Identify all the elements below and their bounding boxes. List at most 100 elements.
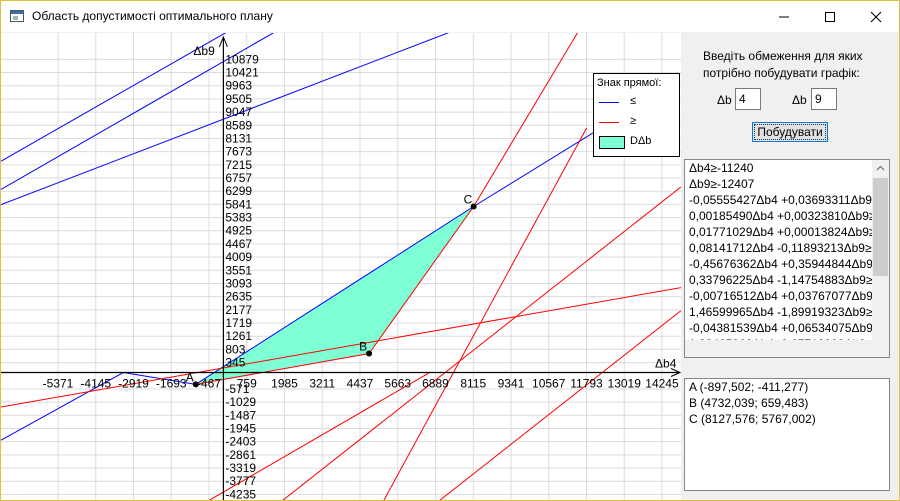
constraint-item[interactable]: 0,33796225Δb4 -1,14754883Δb9≥ xyxy=(685,272,872,288)
app-window: Область допустимості оптимального плану … xyxy=(0,0,900,501)
legend-title: Знак прямої: xyxy=(597,77,662,89)
vertex-label-a: A xyxy=(186,370,194,384)
scroll-up-icon[interactable] xyxy=(872,160,889,177)
constraint-line-10 xyxy=(439,310,681,500)
y-tick-label: 10421 xyxy=(225,66,259,80)
y-tick-label: -571 xyxy=(225,382,249,396)
y-tick-label: 7673 xyxy=(225,145,252,159)
legend-label-region: DΔb xyxy=(630,135,652,147)
scroll-thumb[interactable] xyxy=(873,178,888,276)
y-tick-label: 2177 xyxy=(225,303,252,317)
constraints-list[interactable]: Δb4≥-11240 Δb9≥-12407 -0,05555427Δb4 +0,03… xyxy=(684,159,890,358)
constraint-item[interactable]: Δb4≥-11240 xyxy=(685,160,872,176)
feasibility-chart: Δb4Δb9-5371 -4145 -2919 -1693 -467 759 1985 321… xyxy=(1,33,681,501)
legend-swatch-blue xyxy=(599,102,619,103)
vertex-item[interactable]: B (4732,039; 659,483) xyxy=(685,395,889,411)
y-tick-label: 4467 xyxy=(225,237,252,251)
close-button[interactable] xyxy=(853,1,899,32)
y-tick-label: 8131 xyxy=(225,131,252,145)
y-tick-label: 9505 xyxy=(225,92,252,106)
y-tick-label: 9963 xyxy=(225,79,252,93)
x-tick-label: 11793 xyxy=(570,377,603,391)
y-tick-label: -1945 xyxy=(225,421,256,435)
minimize-button[interactable] xyxy=(761,1,807,32)
y-tick-label: -3319 xyxy=(225,461,256,475)
app-icon xyxy=(10,10,24,22)
y-tick-label: -3777 xyxy=(225,474,256,488)
x-tick-label: 6889 xyxy=(422,377,449,391)
field1-label: Δb xyxy=(717,93,732,107)
y-axis-label: Δb9 xyxy=(193,44,215,58)
x-tick-label: 13019 xyxy=(608,377,642,391)
x-tick-label: 3211 xyxy=(309,377,335,391)
legend-swatch-red xyxy=(599,122,619,123)
title-bar[interactable]: Область допустимості оптимального плану xyxy=(1,1,899,32)
vertices-list[interactable]: A (-897,502; -411,277) B (4732,039; 659,4… xyxy=(684,378,890,491)
constraints-rows: Δb4≥-11240 Δb9≥-12407 -0,05555427Δb4 +0,03… xyxy=(685,160,872,352)
legend-item-ge: ≥ xyxy=(597,115,679,131)
x-tick-label: -4145 xyxy=(80,377,111,391)
constraints-hscrollbar[interactable] xyxy=(685,340,889,357)
b-index-2-input[interactable]: 9 xyxy=(811,88,837,110)
legend-swatch-region xyxy=(599,136,625,149)
x-tick-label: 8115 xyxy=(460,377,486,391)
y-tick-label: 5383 xyxy=(225,211,252,225)
constraint-item[interactable]: 0,01771029Δb4 +0,00013824Δb9≥ xyxy=(685,224,872,240)
y-tick-label: -2403 xyxy=(225,435,256,449)
x-tick-label: -2919 xyxy=(118,377,149,391)
prompt-line-1: Введіть обмеження для яких xyxy=(703,49,863,63)
constraints-vscrollbar[interactable] xyxy=(872,160,889,357)
constraint-item[interactable]: -0,00716512Δb4 +0,03767077Δb9≥ xyxy=(685,288,872,304)
constraint-line-8 xyxy=(383,127,588,500)
x-tick-label: 1985 xyxy=(271,377,298,391)
x-tick-label: -1693 xyxy=(156,377,187,391)
y-tick-label: 10879 xyxy=(225,52,259,66)
x-tick-label: 10567 xyxy=(532,377,566,391)
constraint-item[interactable]: 0,00185490Δb4 +0,00323810Δb9≥ xyxy=(685,208,872,224)
vertices-rows: A (-897,502; -411,277) B (4732,039; 659,4… xyxy=(685,379,889,427)
constraint-item[interactable]: Δb9≥-12407 xyxy=(685,176,872,192)
y-tick-label: 3551 xyxy=(225,263,252,277)
y-tick-label: 4009 xyxy=(225,250,252,264)
x-tick-label: 5663 xyxy=(384,377,411,391)
y-tick-label: 2635 xyxy=(225,290,252,304)
vertex-label-c: C xyxy=(464,193,473,207)
y-tick-label: 5841 xyxy=(225,197,252,211)
y-tick-label: -1487 xyxy=(225,408,256,422)
y-tick-label: -4235 xyxy=(225,487,256,501)
y-tick-label: 7215 xyxy=(225,158,252,172)
x-tick-label: 4437 xyxy=(347,377,374,391)
constraint-item[interactable]: 0,08141712Δb4 -0,11893213Δb9≥ xyxy=(685,240,872,256)
y-tick-label: 4925 xyxy=(225,224,252,238)
y-tick-label: 3093 xyxy=(225,276,252,290)
maximize-icon xyxy=(825,12,835,22)
y-tick-label: -2861 xyxy=(225,448,256,462)
legend-item-region: DΔb xyxy=(597,135,679,151)
maximize-button[interactable] xyxy=(807,1,853,32)
y-tick-label: 1261 xyxy=(225,329,252,343)
x-axis-label: Δb4 xyxy=(655,357,677,371)
window-title: Область допустимості оптимального плану xyxy=(32,9,273,23)
constraint-item[interactable]: -0,45676362Δb4 +0,35944844Δb9≥ xyxy=(685,256,872,272)
vertex-item[interactable]: A (-897,502; -411,277) xyxy=(685,379,889,395)
y-tick-label: -1029 xyxy=(225,395,256,409)
y-tick-label: 6757 xyxy=(225,171,252,185)
y-tick-label: 345 xyxy=(225,356,245,370)
constraint-item[interactable]: 1,46599965Δb4 -1,89919323Δb9≥ xyxy=(685,304,872,320)
legend-label-le: ≤ xyxy=(630,95,637,107)
b-index-1-input[interactable]: 4 xyxy=(735,88,761,110)
y-tick-label: 1719 xyxy=(225,316,252,330)
chart-legend: Знак прямої: ≤ ≥ DΔb xyxy=(593,73,680,157)
x-tick-label: 9341 xyxy=(498,377,525,391)
vertex-item[interactable]: C (8127,576; 5767,002) xyxy=(685,411,889,427)
constraint-item[interactable]: -0,04381539Δb4 +0,06534075Δb9≥ xyxy=(685,320,872,336)
vertex-label-b: B xyxy=(359,340,367,354)
y-tick-label: 6299 xyxy=(225,184,252,198)
build-button[interactable]: Побудувати xyxy=(752,122,828,142)
close-icon xyxy=(870,11,882,23)
constraint-item[interactable]: -0,05555427Δb4 +0,03693311Δb9≥ xyxy=(685,192,872,208)
legend-item-le: ≤ xyxy=(597,95,679,111)
x-tick-label: 14245 xyxy=(645,377,679,391)
minimize-icon xyxy=(779,16,789,18)
constraint-line-2 xyxy=(1,33,275,190)
